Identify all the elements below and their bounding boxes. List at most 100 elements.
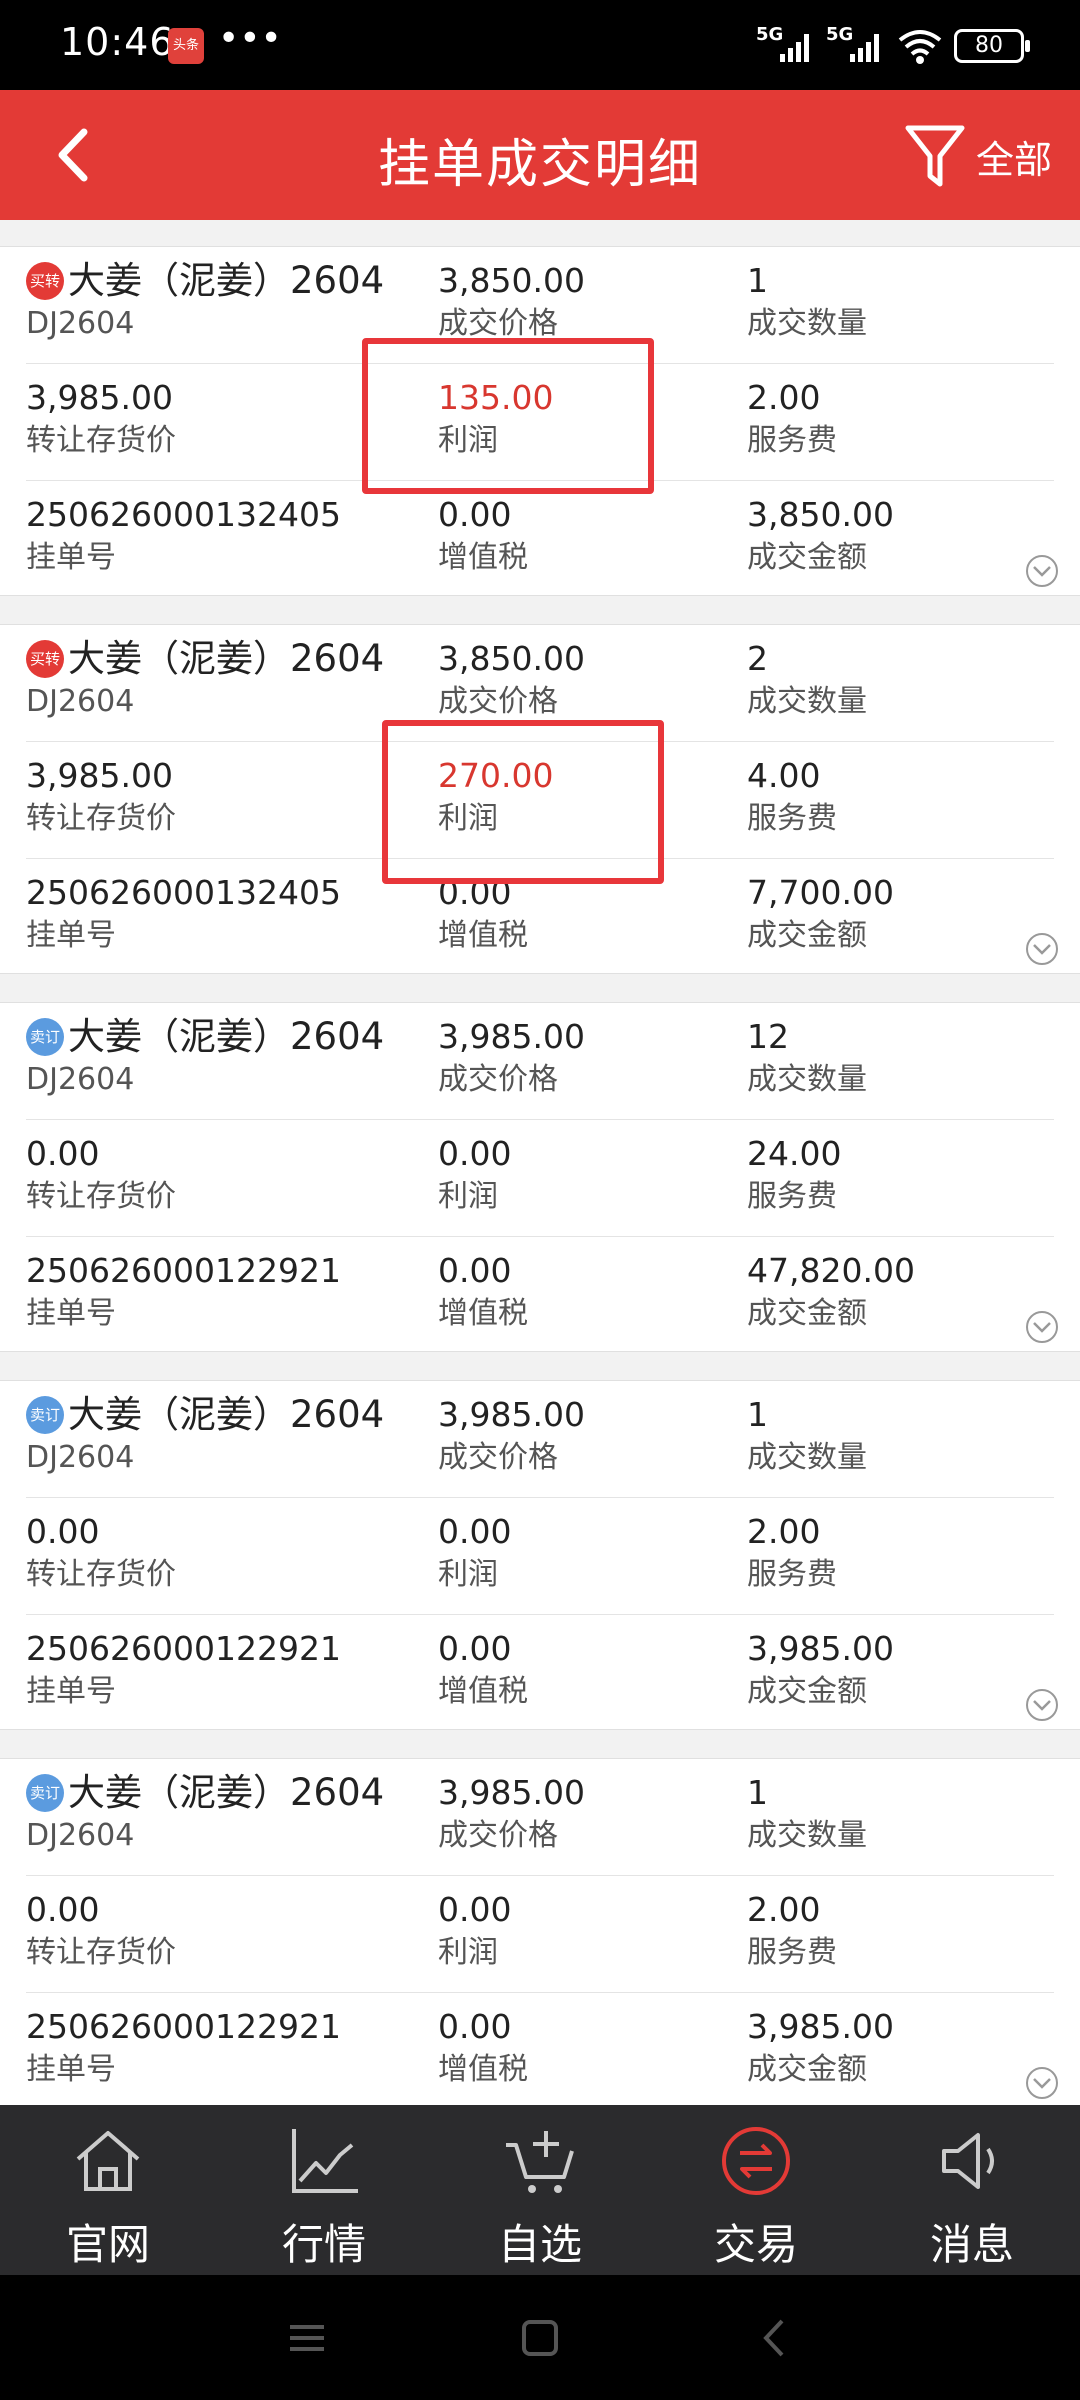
deal-price-label: 成交价格: [438, 1440, 558, 1475]
expand-chevron-icon[interactable]: [1024, 2065, 1060, 2101]
vat-value: 0.00: [438, 495, 512, 534]
vat-label: 增值税: [438, 2052, 528, 2087]
card-row: 0.00 转让存货价 0.00 利润 2.00 服务费: [0, 1498, 1080, 1615]
system-nav-bar: [0, 2275, 1080, 2400]
vat-value: 0.00: [438, 1251, 512, 1290]
order-number-label: 挂单号: [26, 1674, 116, 1709]
home-icon: [76, 2131, 140, 2191]
card-row: 卖订 大姜（泥姜）2604 DJ2604 3,985.00 成交价格 1 成交数量: [0, 1759, 1080, 1876]
product-code: DJ2604: [26, 1440, 135, 1475]
profit-label: 利润: [438, 1179, 498, 1214]
order-number-value: 250626000132405: [26, 873, 341, 912]
vat-value: 0.00: [438, 1629, 512, 1668]
expand-chevron-icon[interactable]: [1024, 1309, 1060, 1345]
order-number-value: 250626000122921: [26, 1251, 341, 1290]
deal-amount-label: 成交金额: [747, 540, 867, 575]
deal-price-label: 成交价格: [438, 1062, 558, 1097]
deal-amount-value: 3,850.00: [747, 495, 894, 534]
expand-chevron-icon[interactable]: [1024, 553, 1060, 589]
exchange-icon: [722, 2127, 790, 2195]
deal-qty-value: 2: [747, 639, 768, 678]
transfer-price-label: 转让存货价: [26, 1179, 176, 1214]
chart-icon: [292, 2129, 358, 2193]
order-list[interactable]: 买转 大姜（泥姜）2604 DJ2604 3,850.00 成交价格 1 成交数量 …: [0, 220, 1080, 2105]
profit-highlight-box: [382, 720, 664, 884]
vat-label: 增值税: [438, 918, 528, 953]
transfer-price-value: 0.00: [26, 1134, 100, 1173]
order-number-label: 挂单号: [26, 540, 116, 575]
nav-item-trade[interactable]: 交易: [648, 2105, 864, 2275]
deal-amount-label: 成交金额: [747, 2052, 867, 2087]
order-card[interactable]: 卖订 大姜（泥姜）2604 DJ2604 3,985.00 成交价格 1 成交数量 …: [0, 1380, 1080, 1730]
nav-label: 行情: [281, 2220, 366, 2269]
card-row: 卖订 大姜（泥姜）2604 DJ2604 3,985.00 成交价格 1 成交数量: [0, 1381, 1080, 1498]
deal-qty-label: 成交数量: [747, 1818, 867, 1853]
buy-transfer-badge: 买转: [26, 640, 64, 678]
battery-icon: 80: [954, 29, 1030, 63]
product-code: DJ2604: [26, 1062, 135, 1097]
wifi-icon: [898, 30, 942, 64]
transfer-price-label: 转让存货价: [26, 801, 176, 836]
service-fee-label: 服务费: [747, 801, 837, 836]
card-row: 250626000132405 挂单号 0.00 增值税 3,850.00 成交金额: [0, 481, 1080, 598]
order-card[interactable]: 卖订 大姜（泥姜）2604 DJ2604 3,985.00 成交价格 12 成交数量…: [0, 1002, 1080, 1352]
deal-amount-value: 47,820.00: [747, 1251, 915, 1290]
product-code: DJ2604: [26, 306, 135, 341]
product-name: 大姜（泥姜）2604: [68, 1771, 385, 1814]
menu-icon[interactable]: [282, 2313, 332, 2363]
nav-item-messages[interactable]: 消息: [864, 2105, 1080, 2275]
nav-label: 自选: [497, 2220, 582, 2269]
product-name: 大姜（泥姜）2604: [68, 259, 385, 302]
service-fee-label: 服务费: [747, 1179, 837, 1214]
product-code: DJ2604: [26, 684, 135, 719]
vat-label: 增值税: [438, 1674, 528, 1709]
filter-icon: [905, 125, 965, 187]
order-number-label: 挂单号: [26, 918, 116, 953]
deal-qty-value: 1: [747, 1773, 768, 1812]
expand-chevron-icon[interactable]: [1024, 931, 1060, 967]
product-name: 大姜（泥姜）2604: [68, 637, 385, 680]
app-header: 挂单成交明细 全部: [0, 90, 1080, 220]
transfer-price-value: 0.00: [26, 1890, 100, 1929]
deal-price-value: 3,985.00: [438, 1395, 585, 1434]
status-icons: 5G 5G 80: [756, 24, 1030, 68]
deal-qty-label: 成交数量: [747, 306, 867, 341]
deal-qty-value: 1: [747, 261, 768, 300]
transfer-price-value: 3,985.00: [26, 378, 173, 417]
deal-price-label: 成交价格: [438, 684, 558, 719]
deal-qty-value: 1: [747, 1395, 768, 1434]
bottom-nav: 官网 行情 自选 交易 消息: [0, 2105, 1080, 2275]
transfer-price-label: 转让存货价: [26, 1557, 176, 1592]
deal-price-value: 3,985.00: [438, 1017, 585, 1056]
deal-amount-value: 7,700.00: [747, 873, 894, 912]
order-card[interactable]: 卖订 大姜（泥姜）2604 DJ2604 3,985.00 成交价格 1 成交数量 …: [0, 1758, 1080, 2105]
nav-item-watchlist[interactable]: 自选: [432, 2105, 648, 2275]
deal-amount-value: 3,985.00: [747, 1629, 894, 1668]
service-fee-value: 2.00: [747, 378, 821, 417]
nav-item-market[interactable]: 行情: [216, 2105, 432, 2275]
product-name: 大姜（泥姜）2604: [68, 1015, 385, 1058]
order-number-value: 250626000122921: [26, 1629, 341, 1668]
order-number-value: 250626000132405: [26, 495, 341, 534]
service-fee-value: 2.00: [747, 1890, 821, 1929]
deal-amount-value: 3,985.00: [747, 2007, 894, 2046]
status-time: 10:46: [60, 20, 175, 64]
filter-button[interactable]: 全部: [904, 116, 1052, 196]
nav-item-official-site[interactable]: 官网: [0, 2105, 216, 2275]
service-fee-value: 24.00: [747, 1134, 842, 1173]
order-number-label: 挂单号: [26, 2052, 116, 2087]
order-number-value: 250626000122921: [26, 2007, 341, 2046]
profit-label: 利润: [438, 1557, 498, 1592]
card-row: 卖订 大姜（泥姜）2604 DJ2604 3,985.00 成交价格 12 成交数量: [0, 1003, 1080, 1120]
deal-price-value: 3,850.00: [438, 639, 585, 678]
service-fee-label: 服务费: [747, 423, 837, 458]
expand-chevron-icon[interactable]: [1024, 1687, 1060, 1723]
home-square-icon[interactable]: [515, 2313, 565, 2363]
back-triangle-icon[interactable]: [750, 2313, 800, 2363]
profit-highlight-box: [362, 338, 654, 494]
vat-label: 增值税: [438, 540, 528, 575]
cart-add-icon: [506, 2131, 574, 2193]
signal-5g-icon-2: 5G: [826, 24, 886, 68]
deal-amount-label: 成交金额: [747, 1296, 867, 1331]
transfer-price-value: 0.00: [26, 1512, 100, 1551]
